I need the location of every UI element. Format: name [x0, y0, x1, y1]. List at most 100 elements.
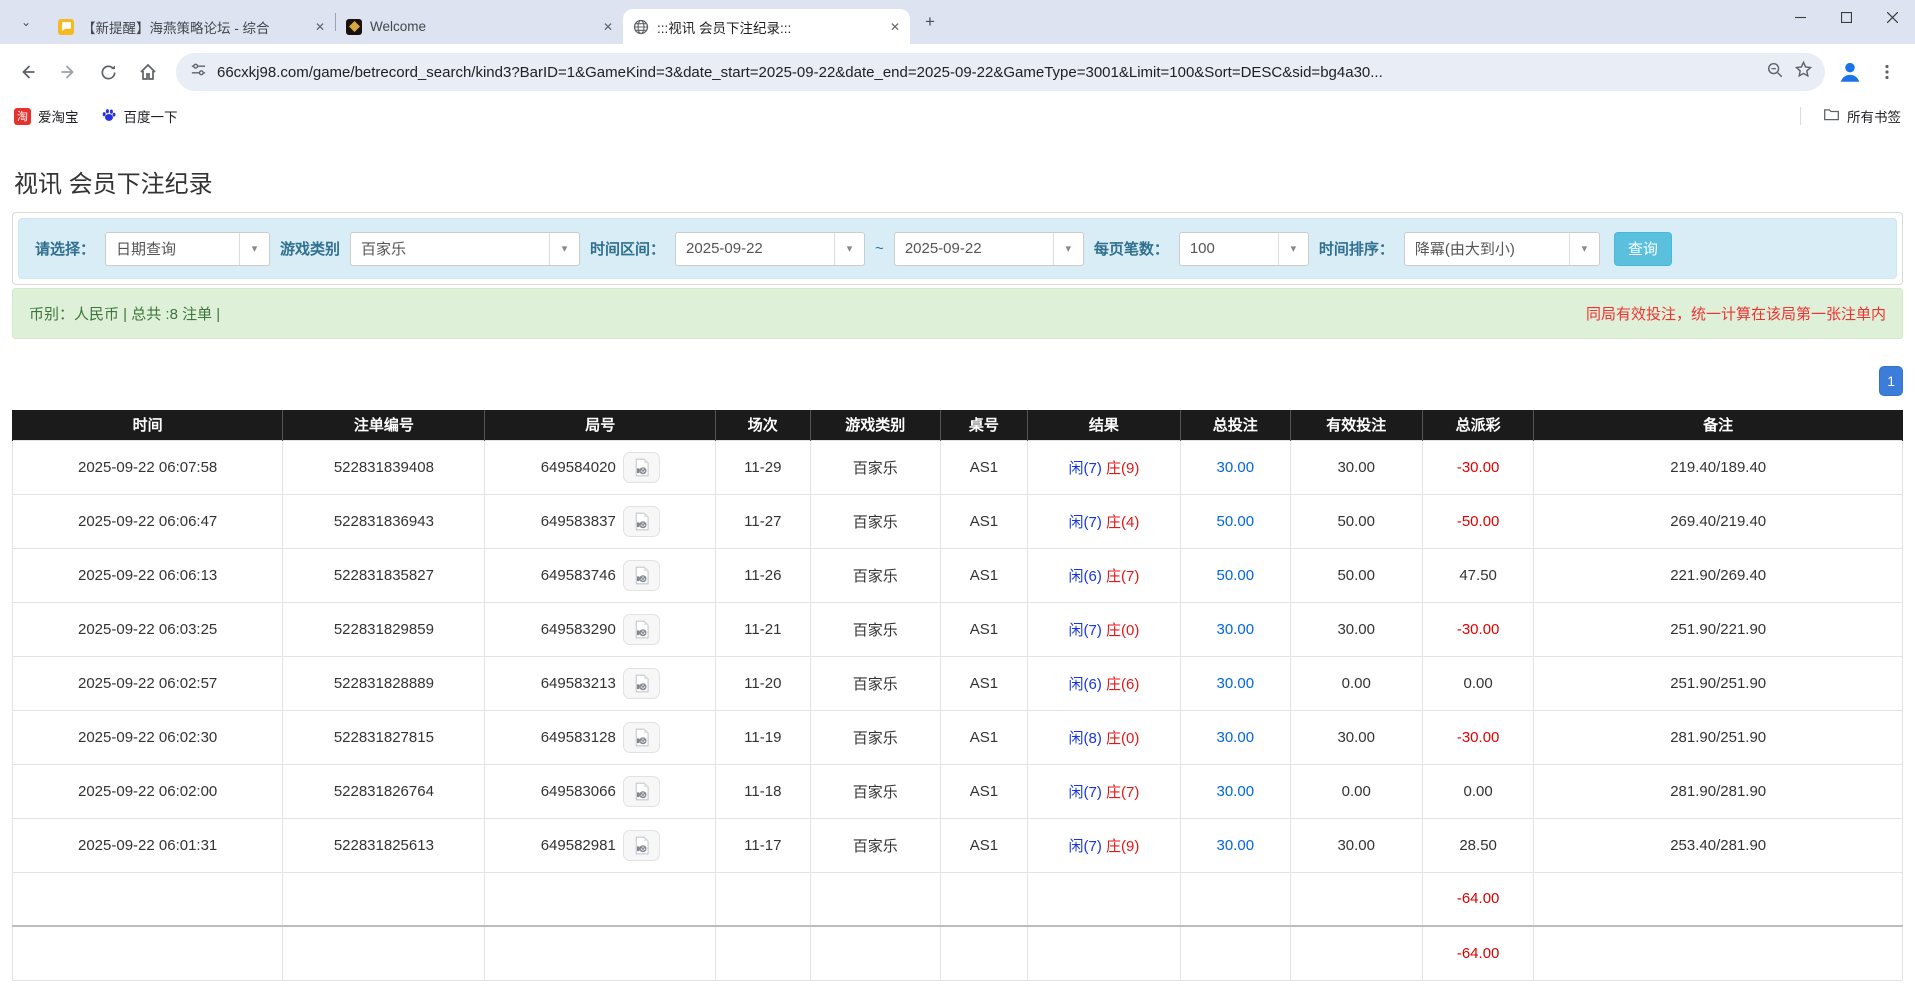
subtotal-empty-cell — [1534, 872, 1903, 926]
date-range-tilde: ~ — [875, 240, 884, 257]
total-empty-cell — [1534, 926, 1903, 980]
cell-total-bet[interactable]: 30.00 — [1180, 602, 1290, 656]
subtotal-empty-cell — [1027, 872, 1180, 926]
pagination-top: 1 — [12, 366, 1903, 396]
cell-payout: -30.00 — [1422, 602, 1534, 656]
video-file-icon — [631, 727, 652, 748]
bookmark-baidu[interactable]: 百度一下 — [101, 106, 178, 126]
minimize-button[interactable] — [1777, 0, 1823, 36]
cell-total-bet[interactable]: 30.00 — [1180, 440, 1290, 494]
column-header-valid-bet: 有效投注 — [1290, 410, 1422, 440]
result-player: 闲(6) — [1069, 568, 1102, 585]
game-type-select[interactable]: 百家乐 ▾ — [350, 232, 580, 266]
cell-total-bet[interactable]: 30.00 — [1180, 764, 1290, 818]
subtotal-empty-cell — [810, 872, 940, 926]
total-empty-cell — [810, 926, 940, 980]
bookmark-star-icon[interactable] — [1794, 60, 1813, 84]
cell-total-bet[interactable]: 30.00 — [1180, 818, 1290, 872]
date-start-select[interactable]: 2025-09-22 ▾ — [675, 232, 865, 266]
result-player: 闲(6) — [1069, 676, 1102, 693]
back-button[interactable] — [10, 54, 46, 90]
tab-welcome[interactable]: Welcome ✕ — [336, 9, 623, 44]
date-end-select[interactable]: 2025-09-22 ▾ — [894, 232, 1084, 266]
cell-time: 2025-09-22 06:07:58 — [13, 440, 283, 494]
video-replay-button[interactable] — [623, 776, 660, 807]
chevron-down-icon[interactable]: ▾ — [834, 233, 864, 265]
cell-total-bet[interactable]: 30.00 — [1180, 710, 1290, 764]
cell-time: 2025-09-22 06:06:47 — [13, 494, 283, 548]
query-button[interactable]: 查询 — [1614, 232, 1672, 266]
bookmarks-bar: 淘 爱淘宝 百度一下 所有书签 — [0, 100, 1915, 132]
address-bar[interactable]: 66cxkj98.com/game/betrecord_search/kind3… — [176, 53, 1825, 91]
chevron-down-icon[interactable]: ▾ — [1053, 233, 1083, 265]
chevron-down-icon[interactable]: ▾ — [1278, 233, 1308, 265]
chevron-down-icon: ⌄ — [21, 15, 31, 29]
cell-total-bet[interactable]: 50.00 — [1180, 548, 1290, 602]
cell-result: 闲(7) 庄(0) — [1027, 602, 1180, 656]
tab-bet-records[interactable]: :::视讯 会员下注纪录::: ✕ — [623, 9, 910, 44]
cell-table-no: AS1 — [940, 440, 1027, 494]
query-type-select[interactable]: 日期查询 ▾ — [105, 232, 270, 266]
cell-bet-id: 522831839408 — [283, 440, 485, 494]
bookmark-taobao[interactable]: 淘 爱淘宝 — [14, 106, 79, 126]
close-tab-icon[interactable]: ✕ — [311, 18, 329, 36]
subtotal-valid-bet: 220.00 — [1290, 872, 1422, 926]
new-tab-button[interactable]: + — [916, 8, 944, 36]
tab-forum[interactable]: 【新提醒】海燕策略论坛 - 综合 ✕ — [48, 9, 335, 44]
browser-menu-icon[interactable] — [1869, 54, 1905, 90]
forward-button[interactable] — [50, 54, 86, 90]
maximize-button[interactable] — [1823, 0, 1869, 36]
table-header-row: 时间 注单编号 局号 场次 游戏类别 桌号 结果 总投注 有效投注 总派彩 备注 — [13, 410, 1903, 440]
cell-bet-id: 522831826764 — [283, 764, 485, 818]
cell-payout: -50.00 — [1422, 494, 1534, 548]
date-start-value: 2025-09-22 — [676, 233, 834, 265]
video-replay-button[interactable] — [623, 722, 660, 753]
per-page-value: 100 — [1180, 233, 1278, 265]
tab-search-button[interactable]: ⌄ — [12, 8, 40, 36]
bet-record-row: 2025-09-22 06:03:25522831829859649583290… — [13, 602, 1903, 656]
sort-select[interactable]: 降冪(由大到小) ▾ — [1404, 232, 1600, 266]
round-number: 649583746 — [541, 567, 616, 584]
video-replay-button[interactable] — [623, 668, 660, 699]
column-header-note: 备注 — [1534, 410, 1903, 440]
close-window-button[interactable] — [1869, 0, 1915, 36]
all-bookmarks[interactable]: 所有书签 — [1823, 106, 1901, 126]
result-player: 闲(7) — [1069, 838, 1102, 855]
tab-title: :::视讯 会员下注纪录::: — [657, 17, 878, 37]
video-replay-button[interactable] — [623, 560, 660, 591]
url-text[interactable]: 66cxkj98.com/game/betrecord_search/kind3… — [217, 64, 1756, 81]
table-body: 2025-09-22 06:07:58522831839408649584020… — [13, 440, 1903, 980]
folder-icon — [1823, 106, 1840, 126]
video-replay-button[interactable] — [623, 452, 660, 483]
reload-button[interactable] — [90, 54, 126, 90]
profile-avatar[interactable] — [1835, 57, 1865, 87]
total-payout: -64.00 — [1422, 926, 1534, 980]
forum-favicon-icon — [58, 19, 74, 35]
video-replay-button[interactable] — [623, 506, 660, 537]
result-banker: 庄(7) — [1106, 568, 1139, 585]
chevron-down-icon[interactable]: ▾ — [1569, 233, 1599, 265]
chevron-down-icon[interactable]: ▾ — [239, 233, 269, 265]
cell-total-bet[interactable]: 30.00 — [1180, 656, 1290, 710]
bookmark-label: 百度一下 — [124, 106, 178, 126]
page-1-button[interactable]: 1 — [1879, 366, 1903, 396]
cell-round: 649583213 — [485, 656, 716, 710]
close-tab-icon[interactable]: ✕ — [599, 18, 617, 36]
cell-time: 2025-09-22 06:01:31 — [13, 818, 283, 872]
per-page-select[interactable]: 100 ▾ — [1179, 232, 1309, 266]
home-button[interactable] — [130, 54, 166, 90]
cell-game-type: 百家乐 — [810, 440, 940, 494]
round-number: 649582981 — [541, 837, 616, 854]
chevron-down-icon[interactable]: ▾ — [549, 233, 579, 265]
cell-note: 251.90/251.90 — [1534, 656, 1903, 710]
cell-valid-bet: 0.00 — [1290, 764, 1422, 818]
round-number: 649583837 — [541, 513, 616, 530]
subtotal-total-bet: 280.00 — [1180, 872, 1290, 926]
video-replay-button[interactable] — [623, 614, 660, 645]
bet-record-row: 2025-09-22 06:06:47522831836943649583837… — [13, 494, 1903, 548]
cell-total-bet[interactable]: 50.00 — [1180, 494, 1290, 548]
video-replay-button[interactable] — [623, 830, 660, 861]
site-settings-icon[interactable] — [190, 61, 207, 83]
close-tab-icon[interactable]: ✕ — [886, 18, 904, 36]
zoom-icon[interactable] — [1766, 61, 1784, 84]
